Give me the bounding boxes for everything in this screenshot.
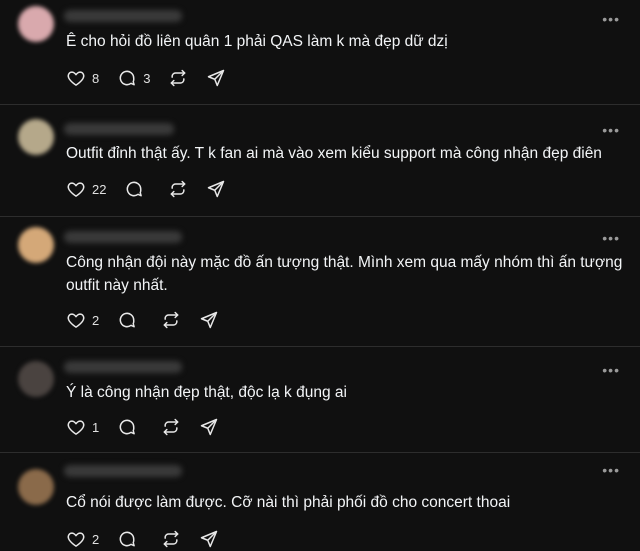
action-bar: 8 3 <box>66 66 244 90</box>
repost-button[interactable] <box>161 529 181 549</box>
action-bar: 1 <box>66 415 237 439</box>
heart-icon <box>67 182 85 197</box>
more-options-icon[interactable]: ••• <box>602 12 620 26</box>
share-button[interactable] <box>199 310 219 330</box>
like-button[interactable]: 1 <box>66 417 99 437</box>
reply-post: ••• Ý là công nhận đẹp thật, độc lạ k đụ… <box>0 347 640 453</box>
like-button[interactable]: 2 <box>66 529 99 549</box>
reply-count: 3 <box>143 70 151 86</box>
username[interactable] <box>64 361 182 373</box>
avatar[interactable] <box>18 6 54 42</box>
share-button[interactable] <box>206 179 226 199</box>
like-count: 22 <box>92 181 107 197</box>
share-button[interactable] <box>206 68 226 88</box>
reply-text: Ê cho hỏi đồ liên quân 1 phải QAS làm k … <box>66 33 448 50</box>
avatar[interactable] <box>18 361 54 397</box>
reply-post: ••• Outfit đỉnh thật ấy. T k fan ai mà v… <box>0 105 640 217</box>
action-bar: 22 <box>66 177 244 201</box>
reply-post: ••• Công nhận đội này mặc đồ ấn tượng th… <box>0 217 640 347</box>
reply-text: Outfit đỉnh thật ấy. T k fan ai mà vào x… <box>66 145 602 162</box>
more-options-icon[interactable]: ••• <box>602 231 620 245</box>
send-icon <box>200 418 218 436</box>
reply-post: ••• Ê cho hỏi đồ liên quân 1 phải QAS là… <box>0 0 640 105</box>
send-icon <box>200 311 218 329</box>
more-options-icon[interactable]: ••• <box>602 363 620 377</box>
heart-icon <box>67 71 85 86</box>
share-button[interactable] <box>199 529 219 549</box>
like-count: 2 <box>92 531 100 547</box>
send-icon <box>200 530 218 548</box>
like-button[interactable]: 8 <box>66 68 99 88</box>
repost-button[interactable] <box>168 179 188 199</box>
more-options-icon[interactable]: ••• <box>602 123 620 137</box>
heart-icon <box>67 313 85 328</box>
repost-icon <box>171 69 186 87</box>
repost-button[interactable] <box>168 68 188 88</box>
heart-icon <box>67 532 85 547</box>
reply-text: Cổ nói được làm được. Cỡ nài thì phải ph… <box>66 494 511 511</box>
share-button[interactable] <box>199 417 219 437</box>
reply-button[interactable]: 3 <box>117 68 150 88</box>
send-icon <box>208 180 225 198</box>
username[interactable] <box>64 10 182 22</box>
like-count: 2 <box>92 312 100 328</box>
reply-text: Công nhận đội này mặc đồ ấn tượng thật. … <box>66 254 623 294</box>
reply-text: Ý là công nhận đẹp thật, độc lạ k đụng a… <box>66 384 347 401</box>
username[interactable] <box>64 465 182 477</box>
like-button[interactable]: 22 <box>66 179 106 199</box>
like-button[interactable]: 2 <box>66 310 99 330</box>
repost-icon <box>163 418 179 436</box>
reply-button[interactable] <box>117 417 143 437</box>
avatar[interactable] <box>18 227 54 263</box>
repost-icon <box>163 530 179 548</box>
comment-icon <box>119 531 136 547</box>
username[interactable] <box>64 231 182 243</box>
repost-button[interactable] <box>161 310 181 330</box>
reply-button[interactable] <box>124 179 150 199</box>
username[interactable] <box>64 123 174 135</box>
comment-icon <box>119 312 136 328</box>
send-icon <box>208 69 225 87</box>
reply-button[interactable] <box>117 310 143 330</box>
repost-icon <box>171 180 186 198</box>
like-count: 1 <box>92 419 100 435</box>
avatar[interactable] <box>18 119 54 155</box>
reply-button[interactable] <box>117 529 143 549</box>
avatar[interactable] <box>18 469 54 505</box>
action-bar: 2 <box>66 308 237 332</box>
comment-icon <box>127 181 143 197</box>
more-options-icon[interactable]: ••• <box>602 463 620 477</box>
repost-icon <box>163 311 179 329</box>
like-count: 8 <box>92 70 100 86</box>
thread-replies-feed: ••• Ê cho hỏi đồ liên quân 1 phải QAS là… <box>0 0 640 549</box>
reply-post: ••• Cổ nói được làm được. Cỡ nài thì phả… <box>0 453 640 549</box>
repost-button[interactable] <box>161 417 181 437</box>
comment-icon <box>119 70 136 86</box>
action-bar: 2 <box>66 527 237 551</box>
heart-icon <box>67 420 85 435</box>
comment-icon <box>119 419 136 435</box>
